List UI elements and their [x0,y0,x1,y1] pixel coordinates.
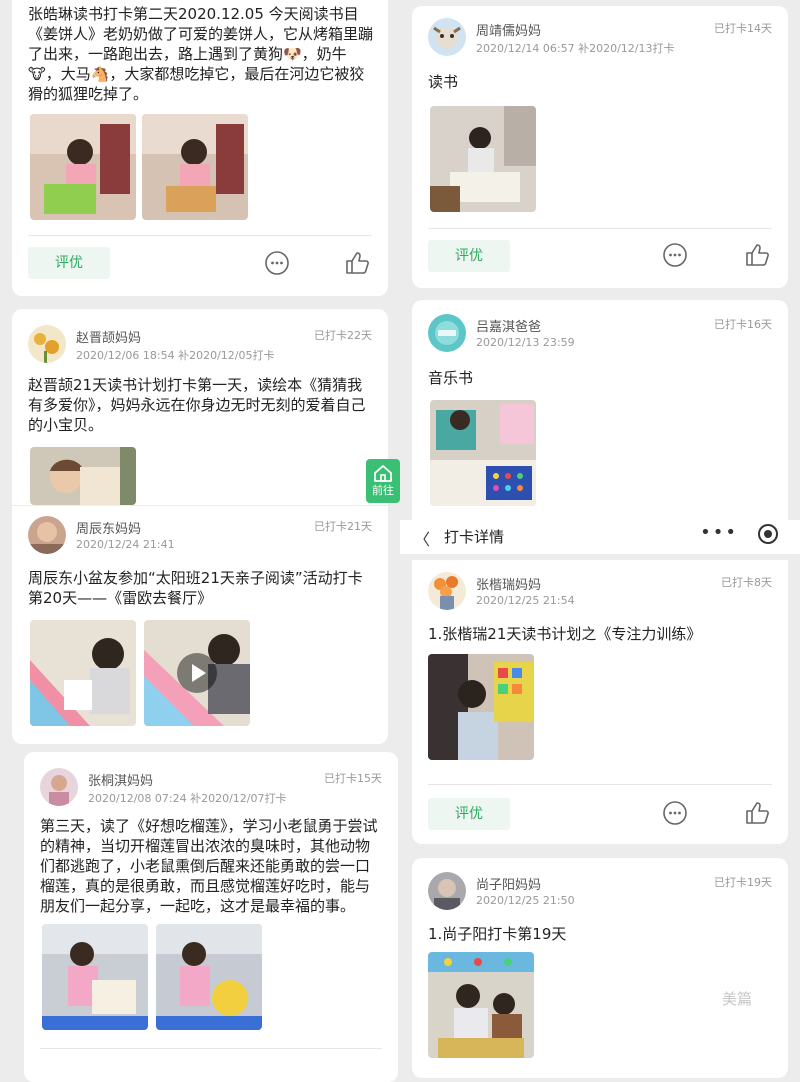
like-icon[interactable] [344,250,370,276]
post-photo[interactable] [30,114,136,220]
post-photo[interactable] [430,400,536,506]
post-time: 2020/12/06 18:54 补2020/12/05打卡 [76,349,275,362]
post-card-lv-jiaqi: 吕嘉淇爸爸 2020/12/13 23:59 已打卡16天 音乐书 [412,300,788,522]
post-time: 2020/12/13 23:59 [476,336,575,349]
post-content: 赵晋颉21天读书计划打卡第一天，读绘本《猜猜我有多爱你》，妈妈永远在你身边无时无… [28,376,366,434]
home-icon [374,465,392,482]
post-content: 周辰东小盆友参加“太阳班21天亲子阅读”活动打卡第20天——《雷欧去餐厅》 [28,569,363,607]
user-name: 尚子阳妈妈 [476,878,542,893]
goto-float-button[interactable]: 前往 [366,459,400,503]
checkin-days: 已打卡22天 [314,329,372,342]
more-icon[interactable]: ••• [700,522,738,543]
post-time: 2020/12/24 21:41 [76,538,175,551]
avatar[interactable] [28,325,66,363]
checkin-days: 已打卡15天 [324,772,382,785]
avatar[interactable] [428,314,466,352]
post-header: 吕嘉淇爸爸 2020/12/13 23:59 已打卡16天 [428,314,776,358]
avatar[interactable] [40,768,78,806]
comment-icon[interactable] [662,800,688,826]
post-header: 周辰东妈妈 2020/12/24 21:41 已打卡21天 [28,516,376,560]
user-name: 周靖儒妈妈 [476,24,542,39]
checkin-days: 已打卡8天 [721,576,772,589]
goto-label: 前往 [372,484,394,497]
post-header: 周靖儒妈妈 2020/12/14 06:57 补2020/12/13打卡 已打卡… [428,18,776,62]
post-header: 赵晋颉妈妈 2020/12/06 18:54 补2020/12/05打卡 已打卡… [28,325,376,369]
like-icon[interactable] [744,242,770,268]
post-card-shang-ziyang: 尚子阳妈妈 2020/12/25 21:50 已打卡19天 1.尚子阳打卡第19… [412,858,788,1078]
rate-button[interactable]: 评优 [428,798,510,830]
avatar[interactable] [428,872,466,910]
like-icon[interactable] [744,800,770,826]
post-photo[interactable] [42,924,148,1030]
post-card-zhou-jingru: 周靖儒妈妈 2020/12/14 06:57 补2020/12/13打卡 已打卡… [412,6,788,288]
top-navigation-bar: 〈 打卡详情 ••• [400,520,800,554]
post-photo[interactable] [430,106,536,212]
post-photo[interactable] [428,654,534,760]
comment-icon[interactable] [264,250,290,276]
rate-button[interactable]: 评优 [428,240,510,272]
post-time: 2020/12/14 06:57 补2020/12/13打卡 [476,42,675,55]
user-name: 吕嘉淇爸爸 [476,320,542,335]
post-header: 张楷瑞妈妈 2020/12/25 21:54 已打卡8天 [428,572,776,616]
user-name: 张桐淇妈妈 [88,774,154,789]
avatar[interactable] [428,18,466,56]
post-content: 第三天，读了《好想吃榴莲》，学习小老鼠勇于尝试的精神，当切开榴莲冒出浓浓的臭味时… [40,817,378,915]
post-time: 2020/12/25 21:50 [476,894,575,907]
post-content: 张皓琳读书打卡第二天2020.12.05 今天阅读书目《姜饼人》老奶奶做了可爱的… [28,5,374,103]
post-card-zhang-haolin: 张皓琳读书打卡第二天2020.12.05 今天阅读书目《姜饼人》老奶奶做了可爱的… [12,0,388,296]
post-photo[interactable] [142,114,248,220]
post-time: 2020/12/08 07:24 补2020/12/07打卡 [88,792,287,805]
checkin-days: 已打卡16天 [714,318,772,331]
post-content: 1.张楷瑞21天读书计划之《专注力训练》 [428,625,702,643]
post-photo[interactable] [428,952,534,1058]
page-title: 打卡详情 [444,528,505,546]
post-header: 尚子阳妈妈 2020/12/25 21:50 已打卡19天 [428,872,776,916]
post-photo[interactable] [30,447,136,505]
post-header: 张桐淇妈妈 2020/12/08 07:24 补2020/12/07打卡 已打卡… [40,768,386,812]
checkin-days: 已打卡21天 [314,520,372,533]
comment-icon[interactable] [662,242,688,268]
avatar[interactable] [428,572,466,610]
post-card-zhao-jinxi: 赵晋颉妈妈 2020/12/06 18:54 补2020/12/05打卡 已打卡… [12,309,388,505]
play-icon[interactable] [177,653,217,693]
checkin-days: 已打卡14天 [714,22,772,35]
post-card-zhang-kairui: 张楷瑞妈妈 2020/12/25 21:54 已打卡8天 1.张楷瑞21天读书计… [412,560,788,844]
post-content: 音乐书 [428,369,474,387]
user-name: 周辰东妈妈 [76,522,142,537]
user-name: 赵晋颉妈妈 [76,331,142,346]
watermark: 美篇 [722,990,753,1008]
post-card-zhang-tongqi: 张桐淇妈妈 2020/12/08 07:24 补2020/12/07打卡 已打卡… [24,752,398,1082]
post-content: 1.尚子阳打卡第19天 [428,925,567,943]
post-photo[interactable] [156,924,262,1030]
post-photo[interactable] [30,620,136,726]
avatar[interactable] [28,516,66,554]
post-time: 2020/12/25 21:54 [476,594,575,607]
close-miniapp-icon[interactable] [758,524,778,544]
rate-button[interactable]: 评优 [28,247,110,279]
post-video[interactable] [144,620,250,726]
checkin-days: 已打卡19天 [714,876,772,889]
post-card-zhou-chendong: 周辰东妈妈 2020/12/24 21:41 已打卡21天 周辰东小盆友参加“太… [12,506,388,744]
post-content: 读书 [428,73,459,91]
back-icon[interactable]: 〈 [414,526,430,550]
user-name: 张楷瑞妈妈 [476,578,542,593]
